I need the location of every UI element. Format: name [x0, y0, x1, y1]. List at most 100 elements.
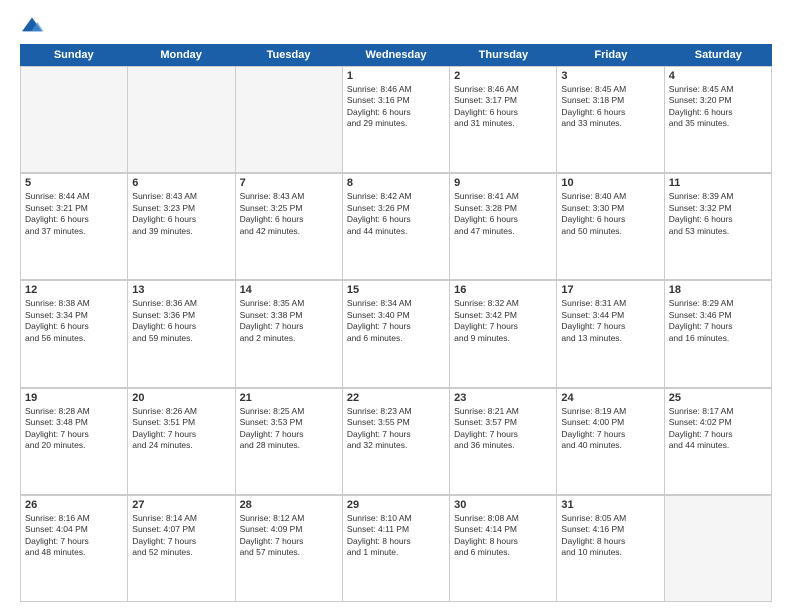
day-number: 17	[561, 284, 659, 296]
calendar-cell: 21 Sunrise: 8:25 AM Sunset: 3:53 PM Dayli…	[236, 389, 343, 495]
day-number: 23	[454, 392, 552, 404]
calendar-week-1: 1 Sunrise: 8:46 AM Sunset: 3:16 PM Daylig…	[20, 66, 772, 173]
calendar-cell: 2 Sunrise: 8:46 AM Sunset: 3:17 PM Daylig…	[450, 67, 557, 173]
logo-icon	[20, 16, 44, 36]
logo	[20, 16, 48, 36]
day-info: Sunrise: 8:43 AM Sunset: 3:25 PM Dayligh…	[240, 191, 338, 237]
day-info: Sunrise: 8:08 AM Sunset: 4:14 PM Dayligh…	[454, 513, 552, 559]
day-number: 21	[240, 392, 338, 404]
day-info: Sunrise: 8:36 AM Sunset: 3:36 PM Dayligh…	[132, 298, 230, 344]
calendar-cell: 25 Sunrise: 8:17 AM Sunset: 4:02 PM Dayli…	[665, 389, 772, 495]
day-info: Sunrise: 8:42 AM Sunset: 3:26 PM Dayligh…	[347, 191, 445, 237]
calendar-cell: 31 Sunrise: 8:05 AM Sunset: 4:16 PM Dayli…	[557, 496, 664, 602]
calendar-cell: 24 Sunrise: 8:19 AM Sunset: 4:00 PM Dayli…	[557, 389, 664, 495]
day-info: Sunrise: 8:45 AM Sunset: 3:18 PM Dayligh…	[561, 84, 659, 130]
day-number: 22	[347, 392, 445, 404]
calendar-cell: 17 Sunrise: 8:31 AM Sunset: 3:44 PM Dayli…	[557, 281, 664, 387]
day-info: Sunrise: 8:44 AM Sunset: 3:21 PM Dayligh…	[25, 191, 123, 237]
calendar-cell: 19 Sunrise: 8:28 AM Sunset: 3:48 PM Dayli…	[21, 389, 128, 495]
day-info: Sunrise: 8:31 AM Sunset: 3:44 PM Dayligh…	[561, 298, 659, 344]
header-day-wednesday: Wednesday	[342, 44, 449, 66]
day-number: 29	[347, 499, 445, 511]
calendar-cell: 7Sunrise: 8:43 AM Sunset: 3:25 PM Daylig…	[236, 174, 343, 280]
day-info: Sunrise: 8:43 AM Sunset: 3:23 PM Dayligh…	[132, 191, 230, 237]
calendar-cell: 12 Sunrise: 8:38 AM Sunset: 3:34 PM Dayli…	[21, 281, 128, 387]
day-number: 1	[347, 70, 445, 82]
calendar-cell: 30 Sunrise: 8:08 AM Sunset: 4:14 PM Dayli…	[450, 496, 557, 602]
calendar-week-4: 19 Sunrise: 8:28 AM Sunset: 3:48 PM Dayli…	[20, 388, 772, 495]
day-info: Sunrise: 8:23 AM Sunset: 3:55 PM Dayligh…	[347, 406, 445, 452]
day-number: 13	[132, 284, 230, 296]
calendar-cell: 4 Sunrise: 8:45 AM Sunset: 3:20 PM Daylig…	[665, 67, 772, 173]
day-number: 26	[25, 499, 123, 511]
calendar-cell: 20 Sunrise: 8:26 AM Sunset: 3:51 PM Dayli…	[128, 389, 235, 495]
calendar-body: 1 Sunrise: 8:46 AM Sunset: 3:16 PM Daylig…	[20, 66, 772, 602]
calendar-cell: 1 Sunrise: 8:46 AM Sunset: 3:16 PM Daylig…	[343, 67, 450, 173]
day-number: 16	[454, 284, 552, 296]
day-number: 28	[240, 499, 338, 511]
day-number: 8	[347, 177, 445, 189]
day-info: Sunrise: 8:28 AM Sunset: 3:48 PM Dayligh…	[25, 406, 123, 452]
calendar-cell: 16 Sunrise: 8:32 AM Sunset: 3:42 PM Dayli…	[450, 281, 557, 387]
day-info: Sunrise: 8:19 AM Sunset: 4:00 PM Dayligh…	[561, 406, 659, 452]
calendar-week-3: 12 Sunrise: 8:38 AM Sunset: 3:34 PM Dayli…	[20, 280, 772, 387]
calendar-cell: 29 Sunrise: 8:10 AM Sunset: 4:11 PM Dayli…	[343, 496, 450, 602]
header	[20, 16, 772, 36]
calendar-cell	[236, 67, 343, 173]
day-info: Sunrise: 8:25 AM Sunset: 3:53 PM Dayligh…	[240, 406, 338, 452]
day-info: Sunrise: 8:17 AM Sunset: 4:02 PM Dayligh…	[669, 406, 767, 452]
header-day-tuesday: Tuesday	[235, 44, 342, 66]
day-number: 25	[669, 392, 767, 404]
day-number: 31	[561, 499, 659, 511]
day-info: Sunrise: 8:45 AM Sunset: 3:20 PM Dayligh…	[669, 84, 767, 130]
day-number: 10	[561, 177, 659, 189]
calendar-cell: 10 Sunrise: 8:40 AM Sunset: 3:30 PM Dayli…	[557, 174, 664, 280]
calendar-cell: 15Sunrise: 8:34 AM Sunset: 3:40 PM Dayli…	[343, 281, 450, 387]
day-number: 2	[454, 70, 552, 82]
day-number: 20	[132, 392, 230, 404]
calendar-cell: 27Sunrise: 8:14 AM Sunset: 4:07 PM Dayli…	[128, 496, 235, 602]
day-info: Sunrise: 8:34 AM Sunset: 3:40 PM Dayligh…	[347, 298, 445, 344]
calendar-cell: 11 Sunrise: 8:39 AM Sunset: 3:32 PM Dayli…	[665, 174, 772, 280]
day-number: 5	[25, 177, 123, 189]
day-info: Sunrise: 8:26 AM Sunset: 3:51 PM Dayligh…	[132, 406, 230, 452]
header-day-thursday: Thursday	[450, 44, 557, 66]
day-number: 30	[454, 499, 552, 511]
day-info: Sunrise: 8:39 AM Sunset: 3:32 PM Dayligh…	[669, 191, 767, 237]
day-number: 12	[25, 284, 123, 296]
day-number: 6	[132, 177, 230, 189]
day-info: Sunrise: 8:29 AM Sunset: 3:46 PM Dayligh…	[669, 298, 767, 344]
day-number: 9	[454, 177, 552, 189]
calendar-cell	[128, 67, 235, 173]
calendar-cell: 9Sunrise: 8:41 AM Sunset: 3:28 PM Daylig…	[450, 174, 557, 280]
day-number: 27	[132, 499, 230, 511]
header-day-saturday: Saturday	[665, 44, 772, 66]
day-info: Sunrise: 8:46 AM Sunset: 3:17 PM Dayligh…	[454, 84, 552, 130]
day-info: Sunrise: 8:12 AM Sunset: 4:09 PM Dayligh…	[240, 513, 338, 559]
header-day-friday: Friday	[557, 44, 664, 66]
day-info: Sunrise: 8:40 AM Sunset: 3:30 PM Dayligh…	[561, 191, 659, 237]
day-number: 4	[669, 70, 767, 82]
day-info: Sunrise: 8:05 AM Sunset: 4:16 PM Dayligh…	[561, 513, 659, 559]
calendar-cell: 18 Sunrise: 8:29 AM Sunset: 3:46 PM Dayli…	[665, 281, 772, 387]
calendar-cell: 26 Sunrise: 8:16 AM Sunset: 4:04 PM Dayli…	[21, 496, 128, 602]
day-info: Sunrise: 8:32 AM Sunset: 3:42 PM Dayligh…	[454, 298, 552, 344]
calendar-cell: 6 Sunrise: 8:43 AM Sunset: 3:23 PM Daylig…	[128, 174, 235, 280]
calendar-cell	[665, 496, 772, 602]
calendar-cell: 14Sunrise: 8:35 AM Sunset: 3:38 PM Dayli…	[236, 281, 343, 387]
calendar-cell: 3 Sunrise: 8:45 AM Sunset: 3:18 PM Daylig…	[557, 67, 664, 173]
day-number: 19	[25, 392, 123, 404]
day-number: 3	[561, 70, 659, 82]
day-info: Sunrise: 8:38 AM Sunset: 3:34 PM Dayligh…	[25, 298, 123, 344]
day-number: 24	[561, 392, 659, 404]
day-info: Sunrise: 8:46 AM Sunset: 3:16 PM Dayligh…	[347, 84, 445, 130]
calendar-header: SundayMondayTuesdayWednesdayThursdayFrid…	[20, 44, 772, 66]
day-number: 18	[669, 284, 767, 296]
calendar-cell: 13 Sunrise: 8:36 AM Sunset: 3:36 PM Dayli…	[128, 281, 235, 387]
day-number: 14	[240, 284, 338, 296]
day-number: 11	[669, 177, 767, 189]
day-info: Sunrise: 8:10 AM Sunset: 4:11 PM Dayligh…	[347, 513, 445, 559]
calendar-cell: 8 Sunrise: 8:42 AM Sunset: 3:26 PM Daylig…	[343, 174, 450, 280]
day-info: Sunrise: 8:16 AM Sunset: 4:04 PM Dayligh…	[25, 513, 123, 559]
calendar-cell	[21, 67, 128, 173]
